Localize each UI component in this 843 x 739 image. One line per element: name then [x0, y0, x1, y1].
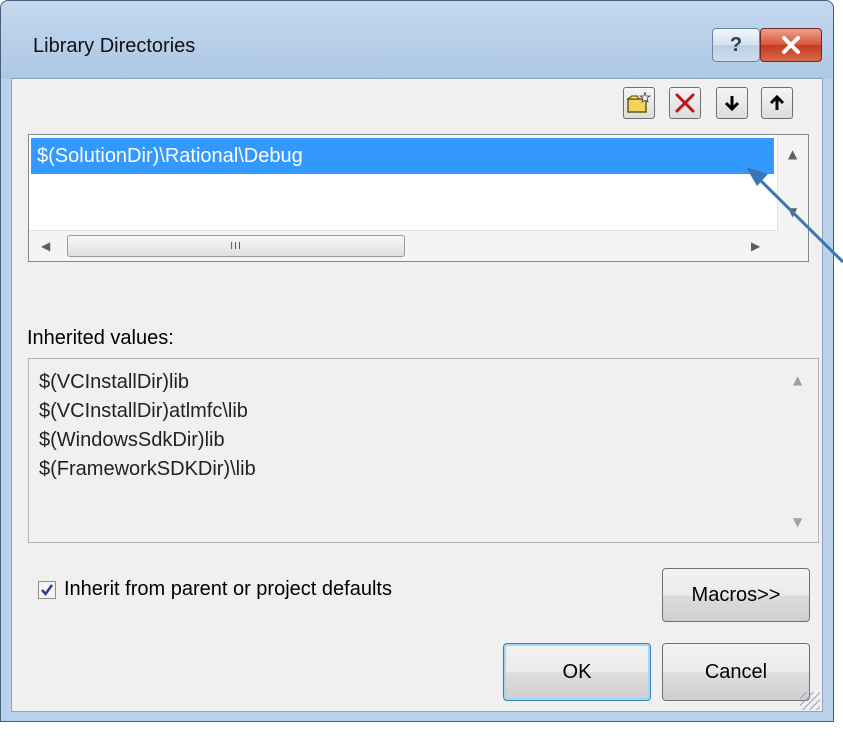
arrow-down-icon: [724, 96, 740, 112]
help-button[interactable]: ?: [712, 28, 760, 62]
directory-entry-selected[interactable]: $(SolutionDir)\Rational\Debug: [31, 138, 774, 174]
inherited-values-box[interactable]: $(VCInstallDir)lib $(VCInstallDir)atlmfc…: [28, 358, 819, 543]
inherited-value: $(WindowsSdkDir)lib: [39, 429, 225, 451]
inherited-scroll-up-icon[interactable]: ▲: [793, 373, 802, 387]
move-up-button[interactable]: [761, 87, 793, 119]
inherited-values-label: Inherited values:: [27, 327, 174, 349]
scroll-right-arrow-icon[interactable]: ▶: [751, 239, 760, 253]
scroll-down-arrow-icon[interactable]: ▼: [788, 205, 797, 219]
inherited-value: $(VCInstallDir)atlmfc\lib: [39, 400, 248, 422]
cancel-button[interactable]: Cancel: [662, 643, 810, 701]
inherit-checkbox[interactable]: [38, 581, 56, 599]
directory-list-horizontal-scrollbar[interactable]: ◀ III ▶: [29, 230, 778, 261]
inherit-checkbox-label[interactable]: Inherit from parent or project defaults: [64, 578, 392, 601]
ok-button[interactable]: OK: [503, 643, 651, 701]
close-icon: [782, 36, 800, 54]
scroll-up-arrow-icon[interactable]: ▲: [788, 147, 797, 161]
inherited-scroll-down-icon[interactable]: ▼: [793, 515, 802, 529]
scroll-left-arrow-icon[interactable]: ◀: [41, 239, 50, 253]
delete-icon: [675, 93, 695, 113]
delete-button[interactable]: [669, 87, 701, 119]
title-bar[interactable]: Library Directories ?: [1, 1, 833, 79]
move-down-button[interactable]: [716, 87, 748, 119]
arrow-up-icon: [769, 94, 785, 110]
window-title: Library Directories: [33, 35, 196, 57]
inherited-value: $(FrameworkSDKDir)\lib: [39, 458, 256, 480]
directory-list-vertical-scrollbar[interactable]: ▲ ▼: [777, 135, 808, 261]
scroll-thumb-grip: III: [230, 240, 242, 252]
resize-grip[interactable]: [800, 692, 820, 710]
checkmark-icon: [41, 584, 54, 597]
new-line-button[interactable]: [623, 87, 655, 119]
close-button[interactable]: [760, 28, 822, 62]
inherited-value: $(VCInstallDir)lib: [39, 371, 190, 393]
horizontal-scroll-thumb[interactable]: III: [67, 235, 405, 257]
directory-list[interactable]: $(SolutionDir)\Rational\Debug ▲ ▼ ◀ III …: [28, 134, 809, 262]
macros-button[interactable]: Macros>>: [662, 568, 810, 622]
new-folder-icon: [626, 91, 652, 113]
